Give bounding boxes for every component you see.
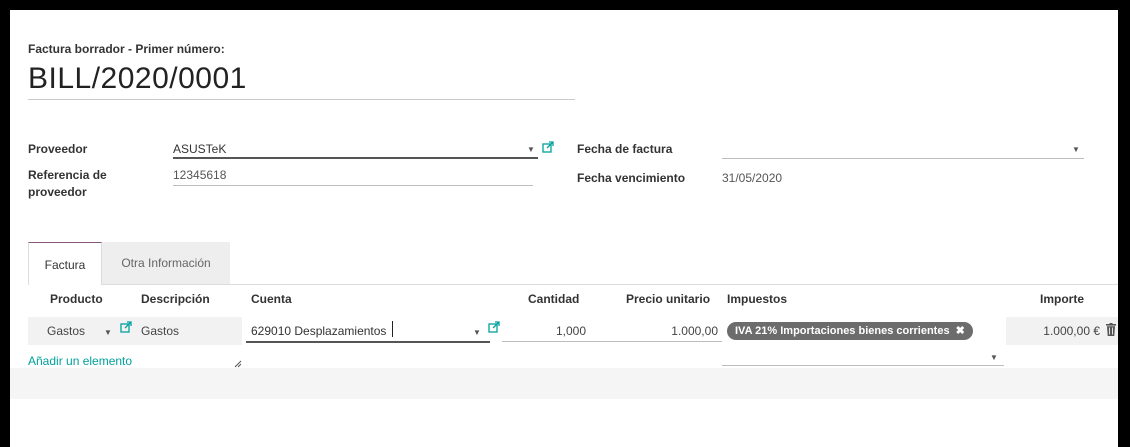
- quantity-underline: [502, 341, 592, 342]
- unit-price-input[interactable]: 1.000,00: [592, 324, 718, 338]
- unit-price-underline: [592, 341, 722, 342]
- account-dropdown-caret-icon[interactable]: ▼: [473, 328, 481, 337]
- tab-factura[interactable]: Factura: [28, 242, 102, 285]
- vendor-input[interactable]: ASUSTeK: [173, 142, 226, 156]
- product-input[interactable]: Gastos: [47, 324, 85, 338]
- account-input-underline: [246, 341, 490, 343]
- column-header-producto[interactable]: Producto: [50, 292, 103, 306]
- window-frame-top: [0, 0, 1130, 10]
- account-input[interactable]: 629010 Desplazamientos: [251, 324, 386, 338]
- description-input[interactable]: Gastos: [141, 324, 179, 338]
- invoice-date-underline: [722, 158, 1084, 159]
- column-header-descripcion[interactable]: Descripción: [141, 292, 210, 306]
- vendor-input-underline: [173, 157, 538, 159]
- vendor-ref-label: Referencia de proveedor: [28, 168, 107, 199]
- account-external-link-icon[interactable]: [488, 321, 500, 333]
- tax-input-underline: [722, 365, 1004, 366]
- draft-label: Factura borrador - Primer número:: [28, 42, 225, 56]
- vendor-ref-input[interactable]: 12345618: [173, 168, 226, 182]
- add-line-link[interactable]: Añadir un elemento: [28, 354, 132, 368]
- quantity-input[interactable]: 1,000: [502, 324, 586, 338]
- bill-number-underline: [28, 99, 575, 100]
- invoice-date-caret-icon[interactable]: ▼: [1072, 145, 1080, 154]
- column-header-precio-unitario[interactable]: Precio unitario: [626, 292, 710, 306]
- tax-dropdown-caret-icon[interactable]: ▼: [990, 353, 998, 362]
- window-frame-right: [1118, 0, 1130, 447]
- invoice-date-label: Fecha de factura: [577, 142, 673, 156]
- vendor-external-link-icon[interactable]: [542, 141, 554, 153]
- remove-tag-icon[interactable]: ✖: [956, 325, 965, 337]
- text-cursor: [392, 321, 393, 337]
- vendor-label: Proveedor: [28, 142, 88, 156]
- tab-bar-divider: [28, 284, 1118, 285]
- due-date-value[interactable]: 31/05/2020: [722, 171, 782, 185]
- trash-icon[interactable]: [1106, 323, 1116, 336]
- due-date-label: Fecha vencimiento: [577, 171, 686, 185]
- window-frame-left: [0, 0, 10, 447]
- amount-value: 1.000,00 €: [1043, 324, 1100, 338]
- vendor-dropdown-caret-icon[interactable]: ▼: [527, 145, 535, 154]
- column-header-impuestos[interactable]: Impuestos: [727, 292, 787, 306]
- column-header-cuenta[interactable]: Cuenta: [251, 292, 292, 306]
- tax-tag-label: IVA 21% Importaciones bienes corrientes: [735, 325, 950, 337]
- column-header-importe[interactable]: Importe: [1040, 292, 1084, 306]
- vendor-ref-underline: [173, 185, 533, 186]
- tax-tag: IVA 21% Importaciones bienes corrientes …: [727, 322, 973, 340]
- footer-strip: [10, 368, 1118, 399]
- product-dropdown-caret-icon[interactable]: ▼: [104, 328, 112, 337]
- tab-otra-informacion[interactable]: Otra Información: [102, 242, 230, 284]
- column-header-cantidad[interactable]: Cantidad: [528, 292, 579, 306]
- resize-handle-icon[interactable]: [234, 360, 242, 368]
- product-external-link-icon[interactable]: [120, 321, 132, 333]
- bill-number[interactable]: BILL/2020/0001: [28, 62, 247, 96]
